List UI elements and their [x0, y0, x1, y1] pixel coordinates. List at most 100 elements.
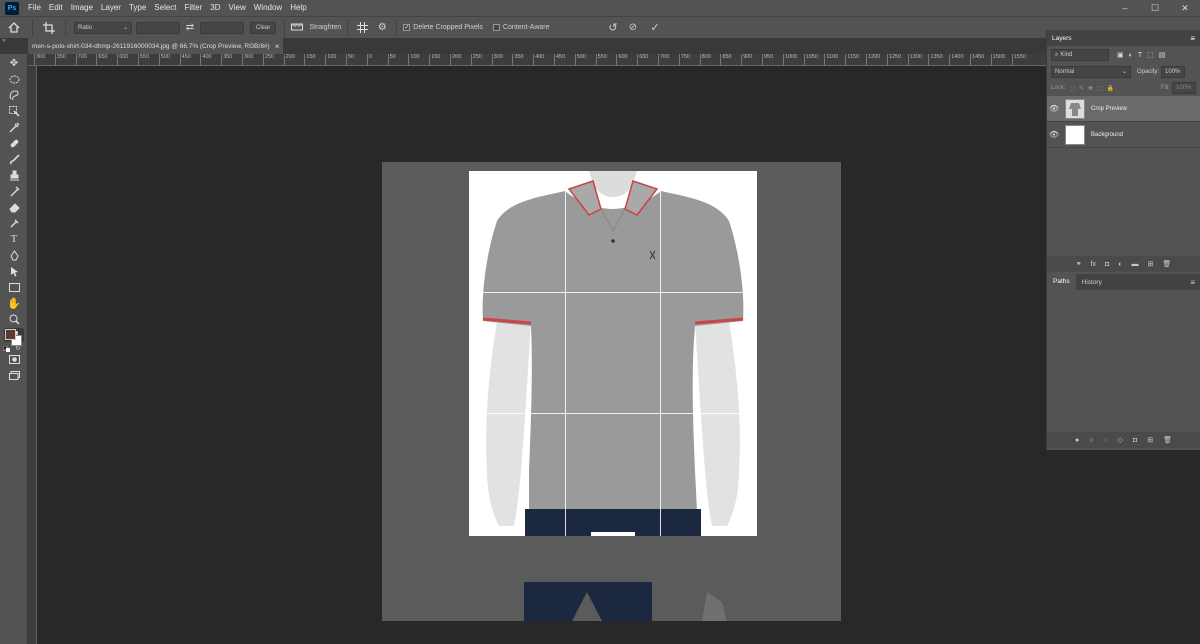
layer-row-crop-preview[interactable]: 👁 Crop Preview: [1047, 96, 1200, 122]
delete-cropped-pixels-checkbox[interactable]: ✓ Delete Cropped Pixels: [403, 24, 483, 31]
clone-stamp-tool-icon[interactable]: [4, 168, 24, 182]
eyedropper-tool-icon[interactable]: [4, 120, 24, 134]
blend-mode-dropdown[interactable]: Normal ⌄: [1051, 66, 1131, 78]
crop-area[interactable]: [469, 171, 757, 536]
ruler-tick-label: 1100: [824, 54, 838, 65]
menu-layer[interactable]: Layer: [97, 0, 125, 16]
make-work-path-icon[interactable]: ◇: [1118, 436, 1123, 444]
new-group-icon[interactable]: ▬: [1132, 261, 1139, 268]
crop-handle-top-left[interactable]: [469, 171, 473, 195]
crop-handle-right[interactable]: [753, 331, 757, 349]
ruler-tick-label: 100: [408, 54, 420, 65]
layer-row-background[interactable]: 👁 Background: [1047, 122, 1200, 148]
history-brush-tool-icon[interactable]: [4, 184, 24, 198]
ratio-dropdown[interactable]: Ratio ⌄: [74, 21, 132, 34]
new-layer-icon[interactable]: ⊞: [1148, 260, 1154, 268]
panel-menu-icon[interactable]: ≡: [1190, 34, 1195, 43]
straighten-button[interactable]: Straighten: [291, 22, 341, 33]
menu-select[interactable]: Select: [150, 0, 180, 16]
pen-tool-icon[interactable]: [4, 248, 24, 262]
crop-handle-left[interactable]: [469, 331, 473, 349]
crop-handle-top-right[interactable]: [753, 171, 757, 195]
opacity-input[interactable]: 100%: [1161, 66, 1186, 78]
fx-icon[interactable]: fx: [1091, 261, 1096, 268]
crop-handle-bottom[interactable]: [591, 532, 635, 536]
visibility-eye-icon[interactable]: 👁: [1047, 104, 1061, 113]
maximize-button[interactable]: ☐: [1140, 0, 1170, 16]
crop-handle-bottom-right[interactable]: [753, 512, 757, 536]
gear-icon[interactable]: ⚙: [372, 22, 392, 33]
quick-mask-icon[interactable]: [4, 352, 24, 366]
panel-menu-icon[interactable]: ≡: [1190, 278, 1195, 287]
clear-button[interactable]: Clear: [250, 21, 277, 34]
cancel-crop-icon[interactable]: ⊘: [626, 19, 640, 35]
foreground-color-swatch[interactable]: [5, 329, 16, 340]
add-mask-icon[interactable]: ◘: [1105, 261, 1109, 268]
lasso-tool-icon[interactable]: [4, 88, 24, 102]
path-selection-tool-icon[interactable]: [4, 264, 24, 278]
layer-filter-icons[interactable]: ▣◐T⬚▤: [1117, 51, 1170, 59]
menu-view[interactable]: View: [225, 0, 250, 16]
vertical-ruler: [28, 66, 37, 644]
menu-image[interactable]: Image: [67, 0, 97, 16]
default-colors-icon[interactable]: [2, 345, 11, 352]
crop-handle-bottom-left[interactable]: [469, 512, 473, 536]
eraser-tool-icon[interactable]: [4, 200, 24, 214]
layers-tab[interactable]: Layers: [1052, 35, 1072, 42]
home-icon[interactable]: [0, 22, 28, 33]
close-window-button[interactable]: ✕: [1170, 0, 1200, 16]
content-aware-checkbox[interactable]: Content-Aware: [492, 24, 550, 31]
visibility-eye-icon[interactable]: 👁: [1047, 130, 1061, 139]
brush-tool-icon[interactable]: [4, 152, 24, 166]
ratio-width-input[interactable]: [136, 21, 180, 34]
menu-file[interactable]: File: [24, 0, 45, 16]
menu-type[interactable]: Type: [125, 0, 150, 16]
menu-help[interactable]: Help: [286, 0, 310, 16]
zoom-tool-icon[interactable]: [4, 312, 24, 326]
new-path-icon[interactable]: ⊞: [1147, 436, 1153, 444]
layers-footer-toolbar: ⚭ fx ◘ ◐ ▬ ⊞ 🗑: [1047, 256, 1200, 272]
hand-tool-icon[interactable]: ✋: [4, 296, 24, 310]
stroke-path-icon[interactable]: ○: [1089, 437, 1093, 444]
add-mask-icon[interactable]: ◘: [1133, 437, 1137, 444]
adjustment-layer-icon[interactable]: ◐: [1118, 261, 1122, 268]
fill-input[interactable]: 100%: [1172, 82, 1196, 94]
commit-crop-icon[interactable]: ✓: [648, 19, 662, 35]
minimize-button[interactable]: –: [1110, 0, 1140, 16]
gradient-tool-icon[interactable]: [4, 216, 24, 230]
object-selection-tool-icon[interactable]: [4, 104, 24, 118]
ruler-tick-label: 1400: [949, 54, 963, 65]
menu-window[interactable]: Window: [250, 0, 286, 16]
paths-footer-toolbar: ● ○ ◌ ◇ ◘ ⊞ 🗑: [1047, 432, 1200, 448]
load-selection-icon[interactable]: ◌: [1103, 437, 1107, 444]
screen-mode-icon[interactable]: [4, 368, 24, 382]
overlay-grid-icon[interactable]: [352, 22, 372, 33]
document-tab[interactable]: men-s-polo-shirt-034-dhmp-2611916000034.…: [28, 38, 284, 54]
move-tool-icon[interactable]: ✥: [4, 56, 24, 70]
trash-icon[interactable]: 🗑: [1162, 260, 1171, 268]
lock-icons[interactable]: ⬚✎✥⬚🔒: [1069, 85, 1118, 92]
layer-kind-filter[interactable]: ⌕ Kind: [1051, 49, 1109, 61]
swap-icon[interactable]: ⇄: [180, 22, 200, 33]
paths-tab[interactable]: Paths: [1047, 274, 1076, 290]
document-tab-title: men-s-polo-shirt-034-dhmp-2611916000034.…: [32, 42, 270, 50]
menu-3d[interactable]: 3D: [206, 0, 224, 16]
link-layers-icon[interactable]: ⚭: [1076, 260, 1082, 268]
crop-tool-preset-icon[interactable]: [37, 21, 61, 34]
menu-edit[interactable]: Edit: [45, 0, 67, 16]
ratio-height-input[interactable]: [200, 21, 244, 34]
menu-filter[interactable]: Filter: [181, 0, 207, 16]
undo-icon[interactable]: ↺: [606, 19, 620, 35]
close-tab-icon[interactable]: ×: [275, 42, 280, 51]
spot-healing-tool-icon[interactable]: [4, 136, 24, 150]
trash-icon[interactable]: 🗑: [1163, 436, 1172, 444]
kind-filter-label: Kind: [1060, 52, 1073, 58]
collapse-panels-icon[interactable]: »: [2, 38, 26, 44]
rectangle-tool-icon[interactable]: [4, 280, 24, 294]
fill-path-icon[interactable]: ●: [1075, 437, 1079, 444]
crop-grid-line: [469, 292, 757, 293]
ruler-tick-label: 300: [242, 54, 253, 65]
history-tab[interactable]: History: [1076, 279, 1108, 286]
type-tool-icon[interactable]: T: [4, 232, 24, 246]
marquee-tool-icon[interactable]: [4, 72, 24, 86]
